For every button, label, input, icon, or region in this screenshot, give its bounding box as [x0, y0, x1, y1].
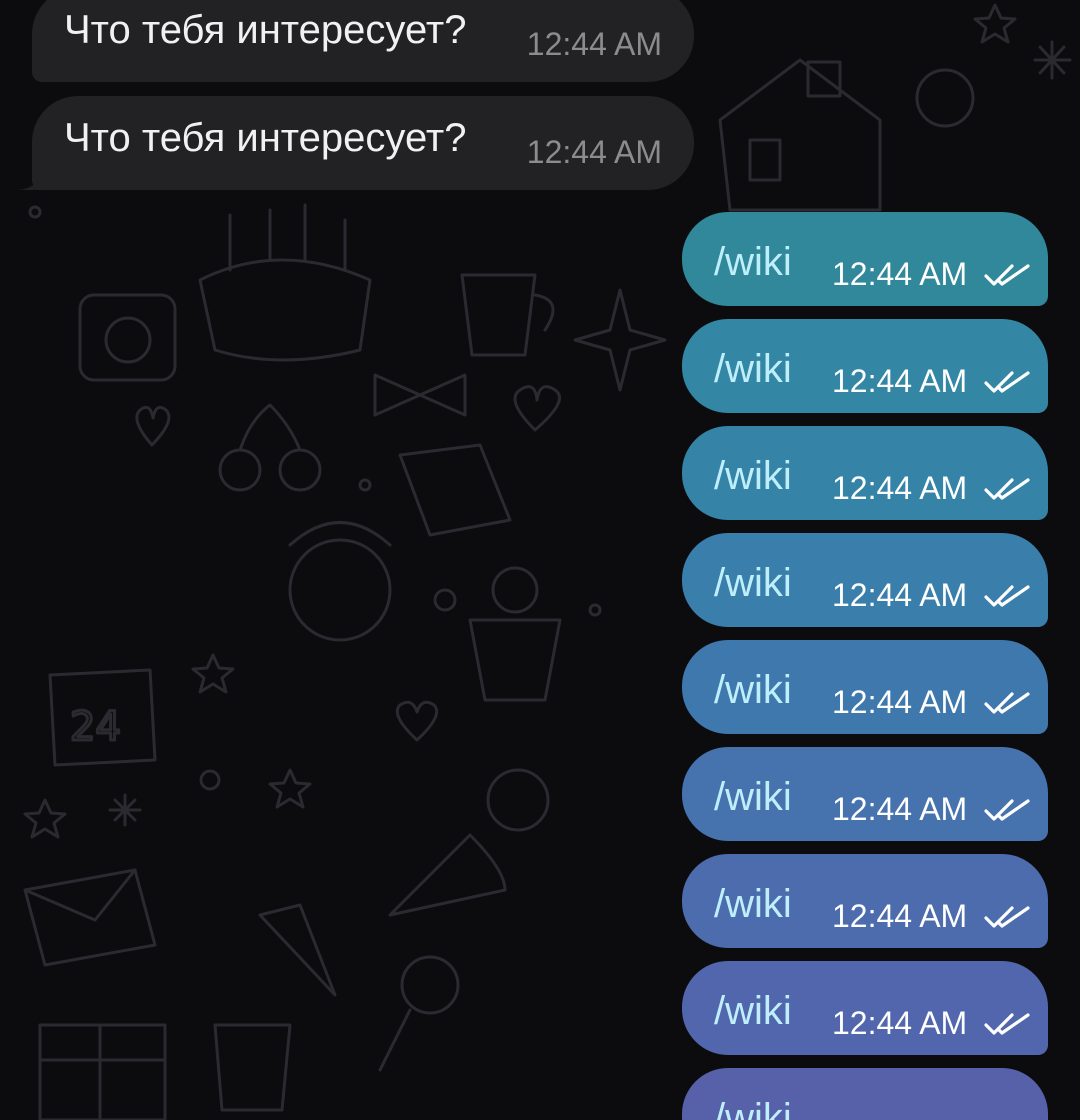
message-time: 12:44 AM — [832, 363, 968, 399]
message-text: /wiki — [714, 240, 792, 284]
incoming-message[interactable]: Что тебя интересует? 12:44 AM — [32, 96, 694, 190]
outgoing-message[interactable]: /wiki 12:44 AM — [682, 854, 1048, 948]
message-time: 12:44 AM — [832, 791, 968, 827]
outgoing-message[interactable]: /wiki 12:44 AM — [682, 533, 1048, 627]
message-text: /wiki — [714, 668, 792, 712]
outgoing-message[interactable]: /wiki 12:44 AM — [682, 426, 1048, 520]
chat-view[interactable]: 24 Что тебя интересует? 12:44 AM Что теб… — [0, 0, 1080, 1120]
message-time: 12:44 AM — [526, 26, 662, 62]
read-double-check-icon — [984, 799, 1030, 821]
message-time: 12:44 AM — [832, 256, 968, 292]
outgoing-message[interactable]: /wiki 12:44 AM — [682, 961, 1048, 1055]
message-text: Что тебя интересует? — [64, 8, 467, 52]
message-time: 12:44 AM — [526, 134, 662, 170]
outgoing-message[interactable]: /wiki — [682, 1068, 1048, 1120]
read-double-check-icon — [984, 371, 1030, 393]
message-text: /wiki — [714, 775, 792, 819]
outgoing-message[interactable]: /wiki 12:44 AM — [682, 640, 1048, 734]
message-time: 12:44 AM — [832, 1005, 968, 1041]
message-text: Что тебя интересует? — [64, 116, 467, 160]
message-text: /wiki — [714, 989, 792, 1033]
outgoing-message[interactable]: /wiki 12:44 AM — [682, 747, 1048, 841]
message-text: /wiki — [714, 1096, 792, 1120]
message-time: 12:44 AM — [832, 577, 968, 613]
message-time: 12:44 AM — [832, 898, 968, 934]
read-double-check-icon — [984, 478, 1030, 500]
read-double-check-icon — [984, 585, 1030, 607]
message-text: /wiki — [714, 454, 792, 498]
outgoing-message[interactable]: /wiki 12:44 AM — [682, 212, 1048, 306]
read-double-check-icon — [984, 264, 1030, 286]
message-text: /wiki — [714, 561, 792, 605]
message-time: 12:44 AM — [832, 684, 968, 720]
read-double-check-icon — [984, 906, 1030, 928]
incoming-message[interactable]: Что тебя интересует? 12:44 AM — [32, 0, 694, 82]
read-double-check-icon — [984, 1013, 1030, 1035]
message-text: /wiki — [714, 347, 792, 391]
message-time: 12:44 AM — [832, 470, 968, 506]
outgoing-message[interactable]: /wiki 12:44 AM — [682, 319, 1048, 413]
message-text: /wiki — [714, 882, 792, 926]
read-double-check-icon — [984, 692, 1030, 714]
svg-text:24: 24 — [70, 704, 121, 750]
